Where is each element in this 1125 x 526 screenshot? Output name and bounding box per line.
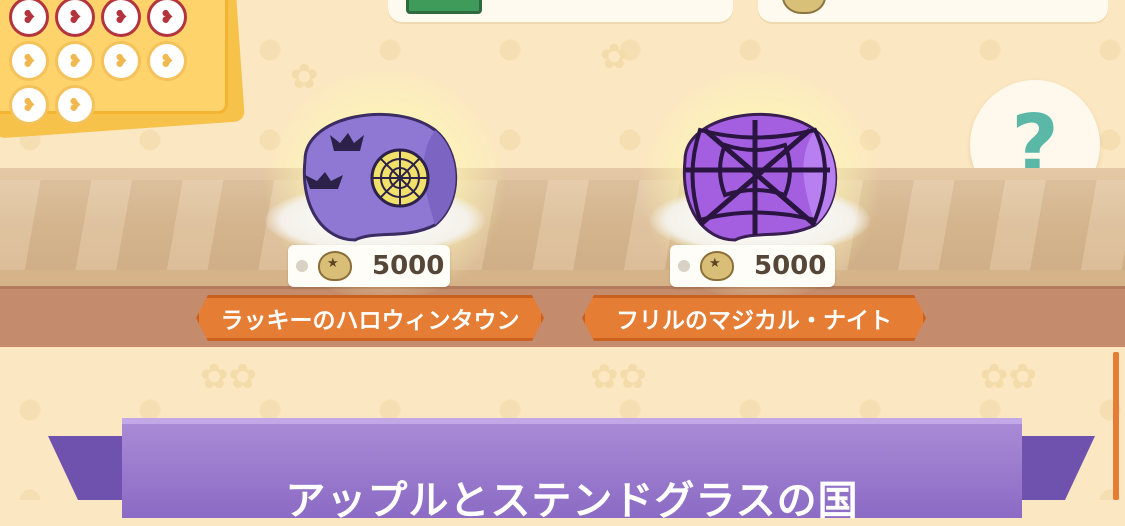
star-decoration: ✿✿ bbox=[980, 357, 1037, 397]
tag-hole bbox=[678, 260, 690, 272]
bells-bag-icon bbox=[700, 251, 734, 281]
shelf-front bbox=[0, 286, 1125, 347]
price-tag: 5000 bbox=[670, 245, 835, 287]
stamp-filled-icon: ❥ bbox=[9, 0, 49, 37]
stamp-empty-icon: ❥ bbox=[101, 41, 141, 81]
star-decoration: ✿✿ bbox=[590, 357, 647, 397]
bat-cookie-icon[interactable] bbox=[285, 100, 475, 250]
star-decoration: ✿ bbox=[600, 37, 629, 77]
leaf-ticket-icon bbox=[406, 0, 482, 14]
section-ribbon: アップルとステンドグラスの国 bbox=[122, 418, 1022, 524]
stamp-empty-icon: ❥ bbox=[55, 85, 95, 125]
price-value: 5000 bbox=[372, 251, 445, 281]
stamp-filled-icon: ❥ bbox=[55, 0, 95, 37]
price-value: 5000 bbox=[754, 251, 827, 281]
star-decoration: ✿✿ bbox=[200, 357, 257, 397]
stamp-card[interactable]: ❥ ❥ ❥ ❥ ❥ ❥ ❥ ❥ ❥ ❥ bbox=[0, 0, 228, 125]
section-title: アップルとステンドグラスの国 bbox=[285, 478, 859, 524]
item-name-banner[interactable]: フリルのマジカル・ナイト bbox=[582, 295, 926, 341]
stamp-empty-icon: ❥ bbox=[55, 41, 95, 81]
price-tag: 5000 bbox=[288, 245, 450, 287]
scrollbar[interactable] bbox=[1113, 352, 1119, 500]
stamp-empty-icon: ❥ bbox=[9, 85, 49, 125]
item-name: フリルのマジカル・ナイト bbox=[616, 308, 892, 334]
stamp-empty-icon: ❥ bbox=[147, 41, 187, 81]
bells-panel[interactable] bbox=[758, 0, 1108, 22]
stamp-filled-icon: ❥ bbox=[147, 0, 187, 37]
web-cookie-icon[interactable] bbox=[665, 100, 855, 250]
tag-hole bbox=[296, 260, 308, 272]
bells-bag-icon bbox=[782, 0, 826, 14]
stamp-empty-icon: ❥ bbox=[9, 41, 49, 81]
item-name: ラッキーのハロウィンタウン bbox=[220, 308, 520, 334]
shelf-wood-grain bbox=[0, 180, 1125, 270]
stamp-filled-icon: ❥ bbox=[101, 0, 141, 37]
bells-bag-icon bbox=[318, 251, 352, 281]
item-name-banner[interactable]: ラッキーのハロウィンタウン bbox=[196, 295, 544, 341]
leaf-tickets-panel[interactable] bbox=[388, 0, 733, 22]
